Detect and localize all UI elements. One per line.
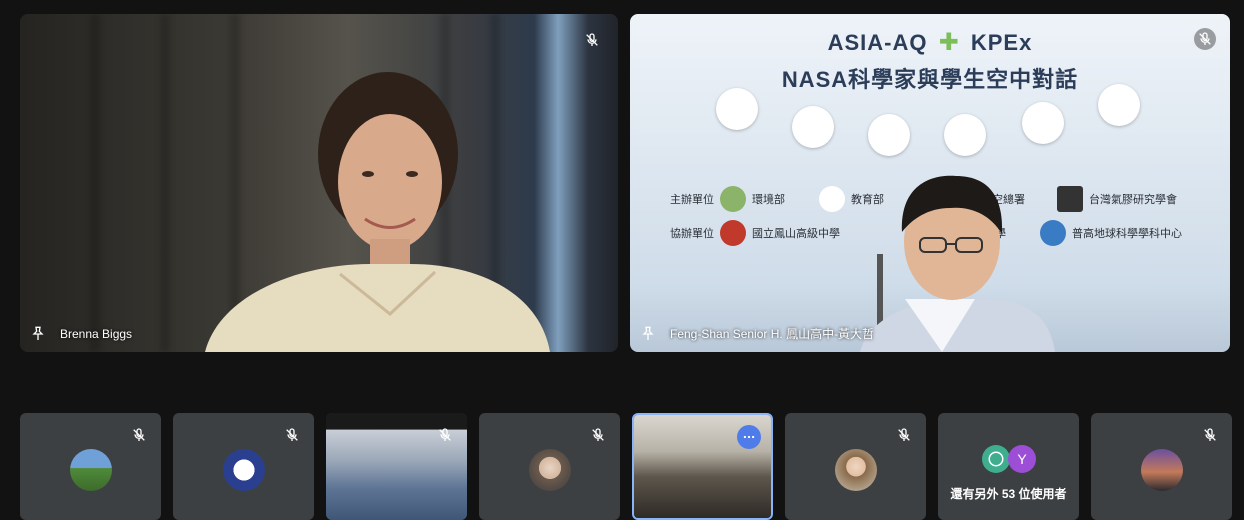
participant-tile-main-left[interactable]: Brenna Biggs xyxy=(20,14,618,352)
mic-off-icon xyxy=(1200,425,1220,445)
meeting-app: Brenna Biggs ASIA-AQ ✚ KPEx NASA科學家與學生空中… xyxy=(0,0,1244,520)
pin-icon[interactable] xyxy=(640,326,656,342)
video-feed xyxy=(20,14,618,352)
person-silhouette xyxy=(860,175,1055,352)
more-participants-label: 還有另外 53 位使用者 xyxy=(950,487,1067,501)
logo-icon xyxy=(988,451,1004,467)
participant-thumbnail[interactable] xyxy=(326,413,467,520)
pin-icon[interactable] xyxy=(30,326,46,342)
participant-tile-main-right[interactable]: ASIA-AQ ✚ KPEx NASA科學家與學生空中對話 主辦單位 環境部 教… xyxy=(630,14,1230,352)
avatar xyxy=(528,449,571,491)
more-dots-icon xyxy=(743,435,755,439)
video-feed: ASIA-AQ ✚ KPEx NASA科學家與學生空中對話 主辦單位 環境部 教… xyxy=(630,14,1230,352)
mic-off-icon xyxy=(894,425,914,445)
more-options-button[interactable] xyxy=(737,425,761,449)
avatar xyxy=(834,449,877,491)
participant-thumbnail[interactable] xyxy=(173,413,314,520)
participant-thumbnail[interactable] xyxy=(479,413,620,520)
avatar xyxy=(69,449,112,491)
participant-name: Brenna Biggs xyxy=(60,327,133,341)
participant-thumbnail[interactable] xyxy=(785,413,926,520)
participant-thumbnail[interactable] xyxy=(1091,413,1232,520)
avatar xyxy=(982,445,1010,473)
participant-thumbnail-active[interactable] xyxy=(632,413,773,520)
mic-off-icon xyxy=(435,425,455,445)
mic-off-icon xyxy=(282,425,302,445)
more-participants-tile[interactable]: Y 還有另外 53 位使用者 xyxy=(938,413,1079,520)
mic-off-icon xyxy=(582,30,602,50)
mic-off-icon xyxy=(1194,28,1216,50)
person-silhouette xyxy=(205,72,550,352)
mic-off-icon xyxy=(588,425,608,445)
avatar xyxy=(222,449,265,491)
participant-name-plate: Feng-Shan Senior H. 鳳山高中-黃大哲 xyxy=(640,325,874,342)
mic-off-icon xyxy=(129,425,149,445)
avatar: Y xyxy=(1008,445,1036,473)
participant-name: Feng-Shan Senior H. 鳳山高中-黃大哲 xyxy=(670,327,875,341)
participant-name-plate: Brenna Biggs xyxy=(30,326,132,342)
avatar xyxy=(1140,449,1183,491)
participant-thumbnail[interactable] xyxy=(20,413,161,520)
